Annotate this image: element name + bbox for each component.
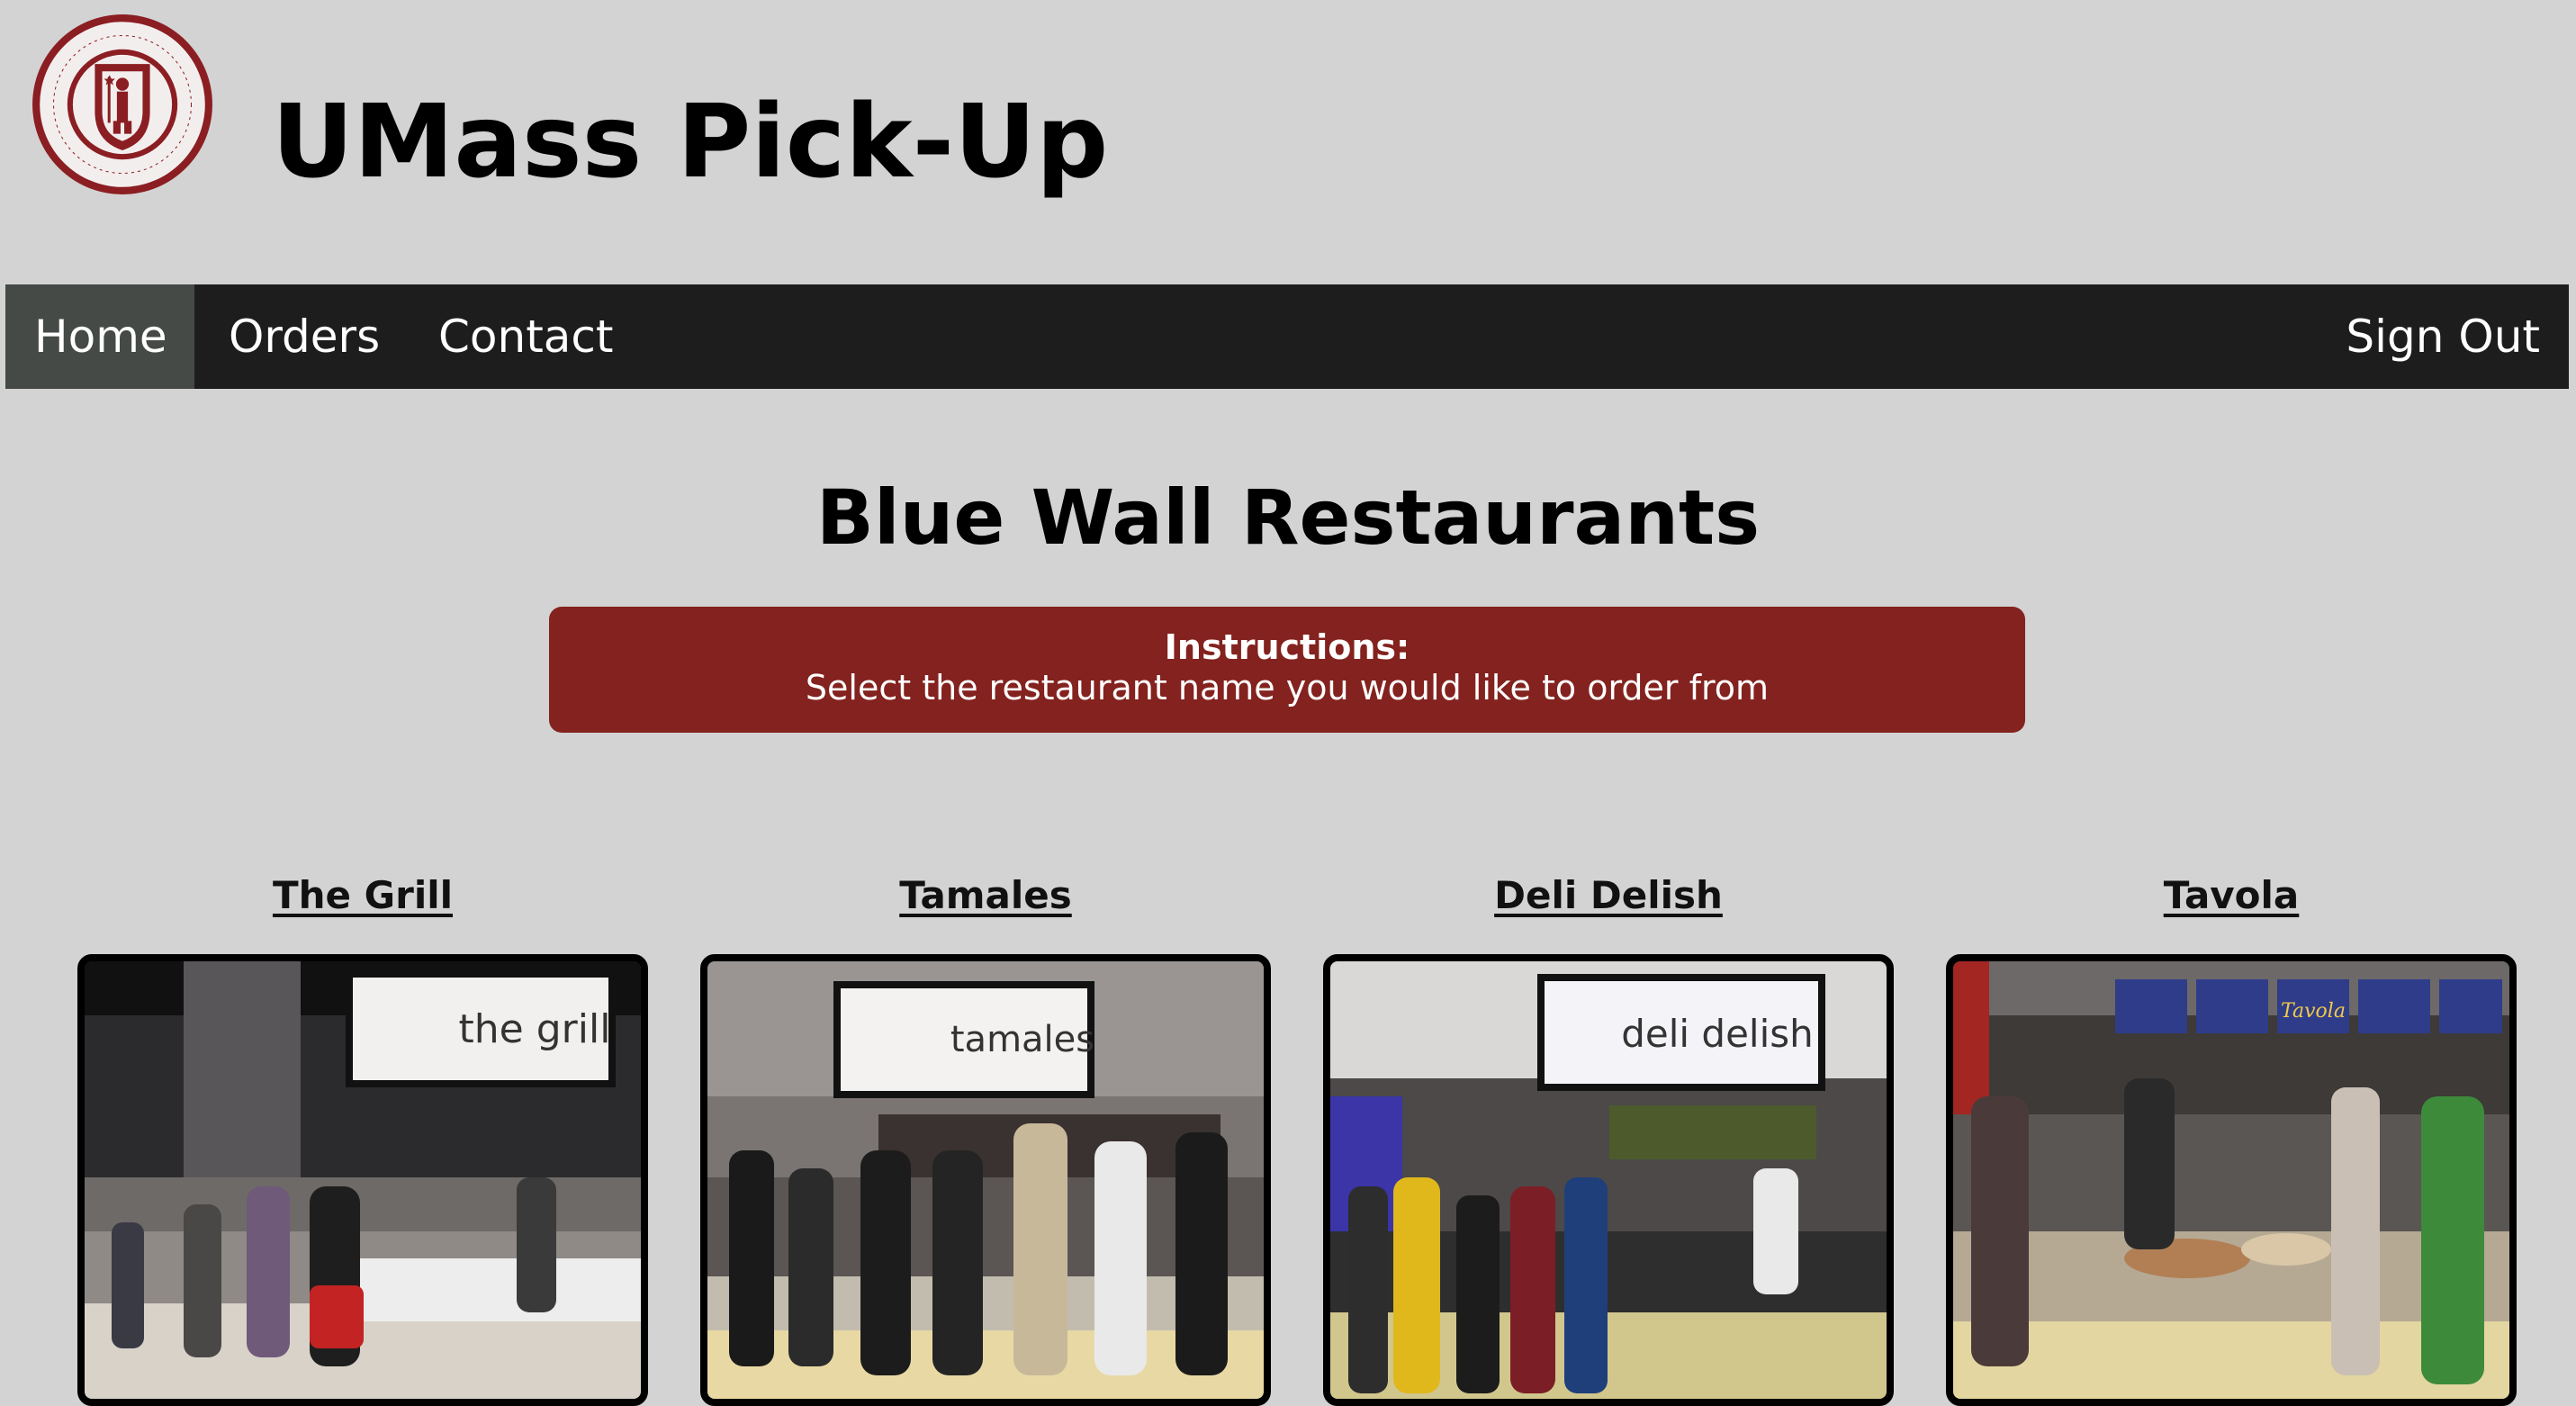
- restaurant-photo-the-grill[interactable]: the grill: [77, 954, 648, 1406]
- deli-delish-sign: deli delish: [1621, 1012, 1814, 1056]
- site-header: UMass Pick-Up: [0, 0, 2576, 284]
- restaurant-link-tamales[interactable]: Tamales: [700, 864, 1271, 927]
- restaurant-photo-deli-delish[interactable]: deli delish: [1323, 954, 1894, 1406]
- nav-contact[interactable]: Contact: [410, 284, 643, 389]
- restaurant-card-deli-delish: Deli Delish deli delish: [1323, 864, 1894, 1406]
- site-title: UMass Pick-Up: [272, 84, 1109, 201]
- the-grill-photo-image: the grill: [85, 961, 641, 1399]
- restaurant-card-tavola: Tavola Tavola: [1946, 864, 2517, 1406]
- tamales-sign: tamales: [950, 1019, 1094, 1060]
- sign-out-link[interactable]: Sign Out: [2317, 284, 2569, 389]
- tamales-photo-image: tamales: [707, 961, 1264, 1399]
- restaurant-link-deli-delish[interactable]: Deli Delish: [1323, 864, 1894, 927]
- restaurant-photo-tamales[interactable]: tamales: [700, 954, 1271, 1406]
- restaurant-link-the-grill[interactable]: The Grill: [77, 864, 648, 927]
- restaurant-card-tamales: Tamales tamales: [700, 864, 1271, 1406]
- nav-home[interactable]: Home: [5, 284, 194, 389]
- tavola-sign: Tavola: [2281, 1000, 2346, 1023]
- instructions-title: Instructions:: [1164, 627, 1410, 667]
- nav-orders[interactable]: Orders: [200, 284, 409, 389]
- instructions-box: Instructions: Select the restaurant name…: [549, 607, 2025, 733]
- restaurant-photo-tavola[interactable]: Tavola: [1946, 954, 2517, 1406]
- main-nav: Home Orders Contact Sign Out: [5, 284, 2569, 389]
- restaurant-link-tavola[interactable]: Tavola: [1946, 864, 2517, 927]
- page-heading: Blue Wall Restaurants: [815, 473, 1761, 562]
- umass-seal-logo: [32, 14, 212, 194]
- instructions-text: Select the restaurant name you would lik…: [805, 668, 1770, 708]
- tavola-photo-image: Tavola: [1953, 961, 2509, 1399]
- deli-delish-photo-image: deli delish: [1330, 961, 1887, 1399]
- the-grill-sign: the grill: [459, 1006, 611, 1052]
- restaurant-card-the-grill: The Grill the grill: [77, 864, 648, 1406]
